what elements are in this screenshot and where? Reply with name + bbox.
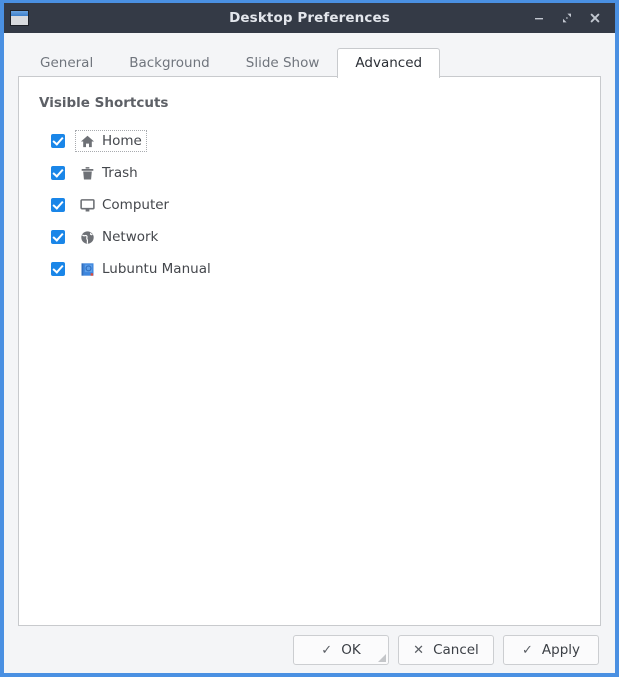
window-title: Desktop Preferences: [0, 10, 619, 26]
checkbox-lubuntu-manual[interactable]: [51, 262, 65, 276]
apply-button-label: Apply: [542, 642, 580, 658]
network-globe-icon: [79, 229, 95, 245]
shortcut-label: Trash: [102, 165, 138, 181]
checkbox-home[interactable]: [51, 134, 65, 148]
window-controls: [532, 10, 615, 26]
tab-slide-show[interactable]: Slide Show: [228, 48, 338, 78]
home-icon: [79, 133, 95, 149]
shortcut-label: Home: [102, 133, 142, 149]
manual-book-icon: [79, 261, 95, 277]
shortcut-trash[interactable]: Trash: [75, 162, 143, 184]
visible-shortcuts-list: Home Trash: [37, 125, 582, 285]
tab-background[interactable]: Background: [111, 48, 228, 78]
tab-advanced[interactable]: Advanced: [337, 48, 440, 78]
cancel-button-label: Cancel: [433, 642, 479, 658]
ok-button-label: OK: [341, 642, 360, 658]
shortcut-label: Computer: [102, 197, 169, 213]
list-item[interactable]: Computer: [37, 189, 582, 221]
minimize-button[interactable]: [532, 10, 546, 26]
shortcut-network[interactable]: Network: [75, 226, 163, 248]
close-button[interactable]: [588, 10, 602, 26]
desktop-preferences-window: Desktop Preferences Gener: [0, 0, 619, 677]
cancel-button[interactable]: ✕ Cancel: [398, 635, 494, 665]
title-bar: Desktop Preferences: [0, 0, 619, 33]
ok-button[interactable]: ✓ OK: [293, 635, 389, 665]
checkbox-computer[interactable]: [51, 198, 65, 212]
maximize-button[interactable]: [560, 10, 574, 26]
dialog-footer: ✓ OK ✕ Cancel ✓ Apply: [4, 627, 615, 673]
tab-general[interactable]: General: [22, 48, 111, 78]
check-icon: ✓: [522, 644, 533, 657]
list-item[interactable]: Trash: [37, 157, 582, 189]
apply-button[interactable]: ✓ Apply: [503, 635, 599, 665]
shortcut-label: Network: [102, 229, 158, 245]
list-item[interactable]: Lubuntu Manual: [37, 253, 582, 285]
shortcut-computer[interactable]: Computer: [75, 194, 174, 216]
tab-bar: General Background Slide Show Advanced: [4, 33, 615, 77]
section-title: Visible Shortcuts: [39, 95, 582, 111]
checkbox-network[interactable]: [51, 230, 65, 244]
list-item[interactable]: Home: [37, 125, 582, 157]
computer-icon: [79, 197, 95, 213]
window-bottom-border: [0, 673, 619, 677]
check-icon: ✓: [321, 644, 332, 657]
advanced-panel: Visible Shortcuts Home: [18, 76, 601, 626]
shortcut-home[interactable]: Home: [75, 130, 147, 152]
checkbox-trash[interactable]: [51, 166, 65, 180]
shortcut-lubuntu-manual[interactable]: Lubuntu Manual: [75, 258, 216, 280]
cross-icon: ✕: [413, 644, 424, 657]
trash-icon: [79, 165, 95, 181]
window-icon: [10, 10, 29, 26]
shortcut-label: Lubuntu Manual: [102, 261, 211, 277]
list-item[interactable]: Network: [37, 221, 582, 253]
